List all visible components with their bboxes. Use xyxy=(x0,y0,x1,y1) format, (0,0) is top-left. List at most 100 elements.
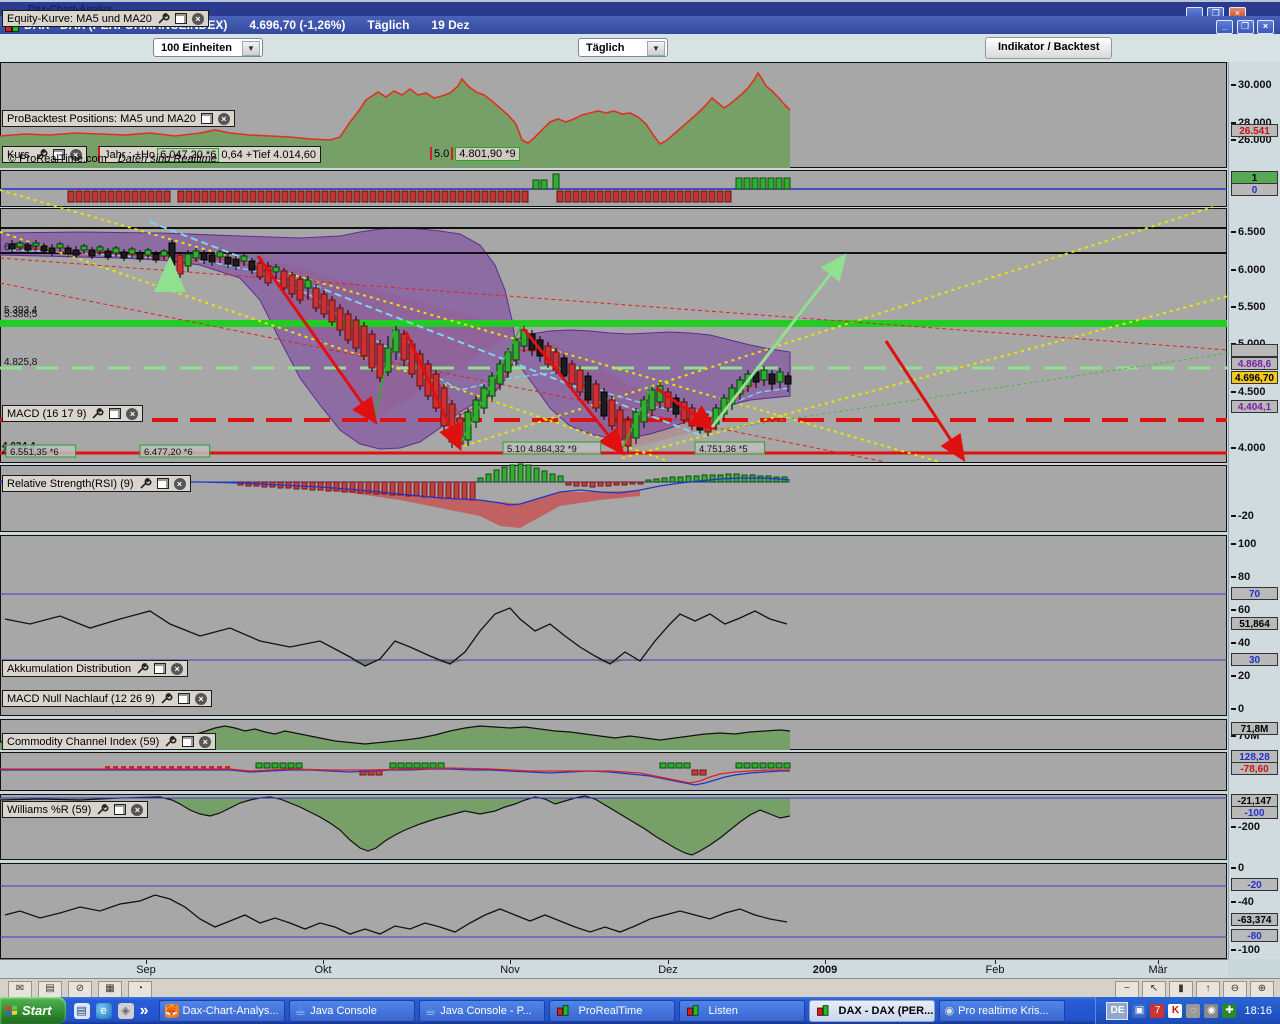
panel-header-macd: MACD (16 17 9) × xyxy=(2,405,143,422)
axis-badge: 4.696,70 xyxy=(1231,371,1278,384)
taskbar-task-dax-dax-per[interactable]: DAX - DAX (PER... xyxy=(809,1000,935,1022)
wrench-icon[interactable] xyxy=(164,736,177,748)
update-icon[interactable]: ◌ xyxy=(1186,1004,1200,1018)
document-icon[interactable]: ▤ xyxy=(74,1003,90,1019)
toolbar-icon[interactable]: ▦ xyxy=(98,981,122,998)
zoom-in-icon[interactable]: ⊕ xyxy=(1250,981,1274,998)
wrench-icon[interactable] xyxy=(91,408,104,420)
minimize-icon[interactable]: − xyxy=(1115,981,1139,998)
month-label: Feb xyxy=(986,964,1005,976)
system-tray: DE ▣ 7 K ◌ ◉ ✚ 18:16 xyxy=(1095,997,1280,1024)
taskbar-task-pro-realtime-kris[interactable]: ◉Pro realtime Kris... xyxy=(939,1000,1065,1022)
chart-icon[interactable]: ▮ xyxy=(1169,981,1193,998)
units-dropdown[interactable]: 100 Einheiten ▼ xyxy=(153,38,263,57)
chevron-down-icon[interactable]: ▼ xyxy=(647,41,665,56)
clock: 18:16 xyxy=(1244,1005,1272,1017)
axis-badge: -78,60 xyxy=(1231,762,1278,775)
axis-badge: 30 xyxy=(1231,653,1278,666)
axis-badge: -100 xyxy=(1231,806,1278,819)
close-icon[interactable]: × xyxy=(195,693,207,705)
window-icon[interactable] xyxy=(157,478,169,489)
axis-tick: 6.500 xyxy=(1231,226,1266,238)
close-icon[interactable]: × xyxy=(126,408,138,420)
axis-badge: 70 xyxy=(1231,587,1278,600)
desktop-icon[interactable]: ◈ xyxy=(118,1003,134,1019)
svg-text:4.751,36 *5: 4.751,36 *5 xyxy=(699,444,748,455)
taskbar-task-prorealtime[interactable]: ProRealTime xyxy=(549,1000,675,1022)
svg-text:5.393,4: 5.393,4 xyxy=(4,305,38,316)
wrench-icon[interactable] xyxy=(157,13,170,25)
close-icon[interactable]: × xyxy=(174,478,186,490)
close-icon[interactable]: × xyxy=(131,804,143,816)
axis-badge: 0 xyxy=(1231,183,1278,196)
wrench-icon[interactable] xyxy=(160,693,173,705)
axis-tick: -200 xyxy=(1231,821,1260,833)
indicator-backtest-button[interactable]: Indikator / Backtest xyxy=(985,37,1112,59)
axis-tick: 60 xyxy=(1231,604,1250,616)
window-icon[interactable] xyxy=(154,663,166,674)
internet-explorer-icon[interactable]: e xyxy=(96,1003,112,1019)
window-icon[interactable] xyxy=(201,113,213,124)
month-label: Okt xyxy=(314,964,331,976)
zoom-reset-icon[interactable]: ↑ xyxy=(1196,981,1220,998)
minimize-icon[interactable]: _ xyxy=(1216,20,1233,34)
axis-tick: -100 xyxy=(1231,944,1260,956)
axis-tick: -40 xyxy=(1231,896,1254,908)
start-button[interactable]: Start xyxy=(0,997,66,1024)
taskbar-task-dax-chart-analys[interactable]: 🦊Dax-Chart-Analys... xyxy=(159,1000,285,1022)
wrench-icon[interactable] xyxy=(96,804,109,816)
axis-tick: -20 xyxy=(1231,510,1254,522)
wrench-icon[interactable] xyxy=(139,478,152,490)
volume-icon[interactable]: ◉ xyxy=(1204,1004,1218,1018)
axis-tick: 6.000 xyxy=(1231,264,1266,276)
close-icon[interactable]: × xyxy=(192,13,204,25)
panel-header-accdist: Akkumulation Distribution × xyxy=(2,660,188,677)
svg-text:4.825,8: 4.825,8 xyxy=(4,357,38,368)
language-indicator[interactable]: DE xyxy=(1106,1002,1128,1020)
close-icon[interactable]: × xyxy=(1257,20,1274,34)
axis-badge: 26.541 xyxy=(1231,124,1278,137)
panel-header-rsi: Relative Strength(RSI) (9) × xyxy=(2,475,191,492)
shield-icon[interactable]: ✚ xyxy=(1222,1004,1236,1018)
realtime-label: Daten sind Realtime xyxy=(118,153,217,165)
taskbar-task-java-console-p[interactable]: ☕Java Console - P... xyxy=(419,1000,545,1022)
taskbar-task-java-console[interactable]: ☕Java Console xyxy=(289,1000,415,1022)
window-icon[interactable] xyxy=(175,13,187,24)
cursor-icon[interactable]: ↖ xyxy=(1142,981,1166,998)
window-icon[interactable] xyxy=(114,804,126,815)
toolbar-icon[interactable]: ▤ xyxy=(38,981,62,998)
axis-badge xyxy=(1231,344,1278,357)
bottom-toolbar: ✉ ▤ ⊘ ▦ ◔ −↖▮↑⊖⊕ xyxy=(0,978,1280,998)
window-icon[interactable] xyxy=(178,693,190,704)
axis-tick: 4.500 xyxy=(1231,386,1266,398)
wrench-icon[interactable] xyxy=(136,663,149,675)
panel-header-equity: Equity-Kurve: MA5 und MA20 × xyxy=(2,10,209,27)
chevron-down-icon[interactable]: ▼ xyxy=(242,41,260,56)
window-icon[interactable] xyxy=(182,736,194,747)
close-icon[interactable]: × xyxy=(199,736,211,748)
period-dropdown[interactable]: Täglich ▼ xyxy=(578,38,668,57)
month-label: 2009 xyxy=(813,964,837,976)
zoom-out-icon[interactable]: ⊖ xyxy=(1223,981,1247,998)
toolbar-icon[interactable]: ✉ xyxy=(8,981,32,998)
toolbar-icon[interactable]: ◔ xyxy=(128,981,152,998)
toolbar-icon[interactable]: ⊘ xyxy=(68,981,92,998)
chart-area[interactable]: 6.248,84.825,84.309,95.388,55.393,44.034… xyxy=(0,62,1228,959)
close-icon[interactable]: × xyxy=(218,113,230,125)
taskbar-task-listen[interactable]: Listen xyxy=(679,1000,805,1022)
axis-tick: 4.000 xyxy=(1231,442,1266,454)
axis-tick: 40 xyxy=(1231,637,1250,649)
chevron-more-icon[interactable]: » xyxy=(140,1002,149,1020)
window-quote: 4.696,70 (-1,26%) xyxy=(249,18,345,32)
month-label: Sep xyxy=(136,964,156,976)
month-label: Nov xyxy=(500,964,520,976)
svg-text:5.10 4.864,32 *9: 5.10 4.864,32 *9 xyxy=(507,444,577,455)
window-controls[interactable]: _ ❐ × xyxy=(1216,18,1274,34)
maximize-icon[interactable]: ❐ xyxy=(1237,20,1254,34)
archive-icon[interactable]: 7 xyxy=(1150,1004,1164,1018)
axis-tick: 0 xyxy=(1231,703,1244,715)
network-icon[interactable]: ▣ xyxy=(1132,1004,1146,1018)
close-icon[interactable]: × xyxy=(171,663,183,675)
antivirus-icon[interactable]: K xyxy=(1168,1004,1182,1018)
window-icon[interactable] xyxy=(109,408,121,419)
